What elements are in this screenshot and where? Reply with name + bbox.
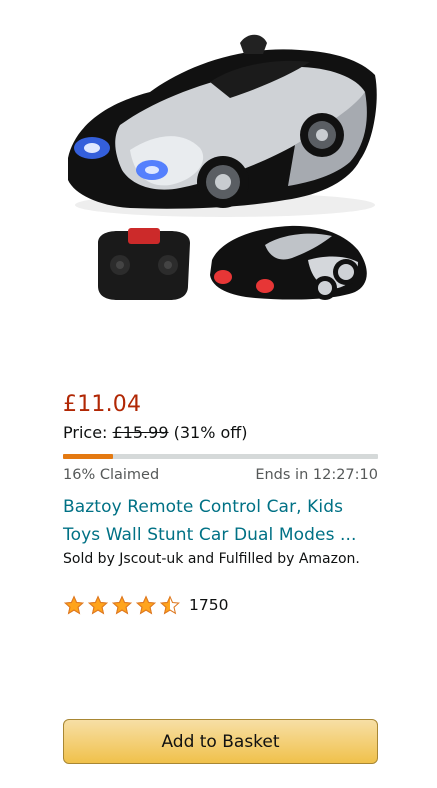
list-price: £15.99: [112, 423, 169, 442]
star-full-icon: [136, 595, 156, 615]
star-half-icon: [160, 595, 180, 615]
product-image[interactable]: [60, 30, 380, 320]
deal-status-row: 16% Claimed Ends in 12:27:10: [63, 467, 378, 483]
add-to-basket-button[interactable]: Add to Basket: [63, 719, 378, 764]
star-full-icon: [88, 595, 108, 615]
car-rear-illustration: [210, 225, 367, 300]
product-title-link[interactable]: Baztoy Remote Control Car, Kids Toys Wal…: [63, 493, 378, 549]
list-price-label: Price:: [63, 423, 113, 442]
claimed-label: 16% Claimed: [63, 467, 160, 483]
product-title-line-1[interactable]: Baztoy Remote Control Car, Kids: [63, 493, 378, 521]
star-full-icon: [112, 595, 132, 615]
claimed-progress-bar: [63, 454, 378, 459]
list-price-row: Price: £15.99 (31% off): [63, 423, 248, 442]
deal-price: £11.04: [63, 392, 142, 417]
discount-percent: (31% off): [173, 423, 248, 442]
car-main-illustration: [68, 34, 377, 217]
deal-timer: Ends in 12:27:10: [255, 467, 378, 483]
remote-controller-illustration: [98, 228, 190, 300]
product-title-line-2[interactable]: Toys Wall Stunt Car Dual Modes ...: [63, 521, 378, 549]
rating-count[interactable]: 1750: [189, 596, 228, 614]
star-full-icon: [64, 595, 84, 615]
seller-info: Sold by Jscout-uk and Fulfilled by Amazo…: [63, 551, 360, 567]
claimed-progress-fill: [63, 454, 114, 459]
star-rating[interactable]: [63, 595, 183, 615]
rating-row[interactable]: 1750: [63, 595, 228, 615]
